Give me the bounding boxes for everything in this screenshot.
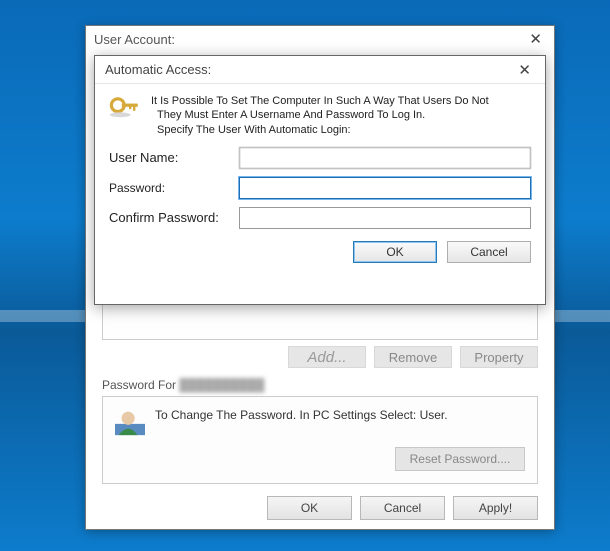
- dialog-ok-button[interactable]: OK: [353, 241, 437, 263]
- user-icon: [115, 407, 145, 437]
- reset-password-button[interactable]: Reset Password....: [395, 447, 525, 471]
- dialog-close-icon[interactable]: ✕: [514, 61, 535, 79]
- password-help-text: To Change The Password. In PC Settings S…: [155, 407, 525, 423]
- user-account-title: User Account:: [94, 32, 525, 47]
- confirm-password-input[interactable]: [239, 207, 531, 229]
- confirm-password-label: Confirm Password:: [109, 210, 239, 225]
- apply-button[interactable]: Apply!: [453, 496, 538, 520]
- password-input[interactable]: [239, 177, 531, 199]
- password-label: Password:: [109, 181, 239, 195]
- cancel-button[interactable]: Cancel: [360, 496, 445, 520]
- username-input[interactable]: [239, 147, 531, 169]
- password-section-label: Password For ██████████: [102, 378, 538, 392]
- close-icon[interactable]: ✕: [525, 30, 546, 48]
- user-account-titlebar: User Account: ✕: [86, 26, 554, 52]
- add-button[interactable]: Add...: [288, 346, 366, 368]
- dialog-intro-text: It Is Possible To Set The Computer In Su…: [151, 94, 489, 137]
- username-label: User Name:: [109, 150, 239, 165]
- remove-button[interactable]: Remove: [374, 346, 452, 368]
- automatic-access-dialog: Automatic Access: ✕ It Is Possible To Se…: [94, 55, 546, 305]
- dialog-cancel-button[interactable]: Cancel: [447, 241, 531, 263]
- property-button[interactable]: Property: [460, 346, 538, 368]
- dialog-titlebar: Automatic Access: ✕: [95, 56, 545, 84]
- ok-button[interactable]: OK: [267, 496, 352, 520]
- password-section: To Change The Password. In PC Settings S…: [102, 396, 538, 484]
- key-icon: [109, 94, 141, 122]
- dialog-title: Automatic Access:: [105, 62, 514, 77]
